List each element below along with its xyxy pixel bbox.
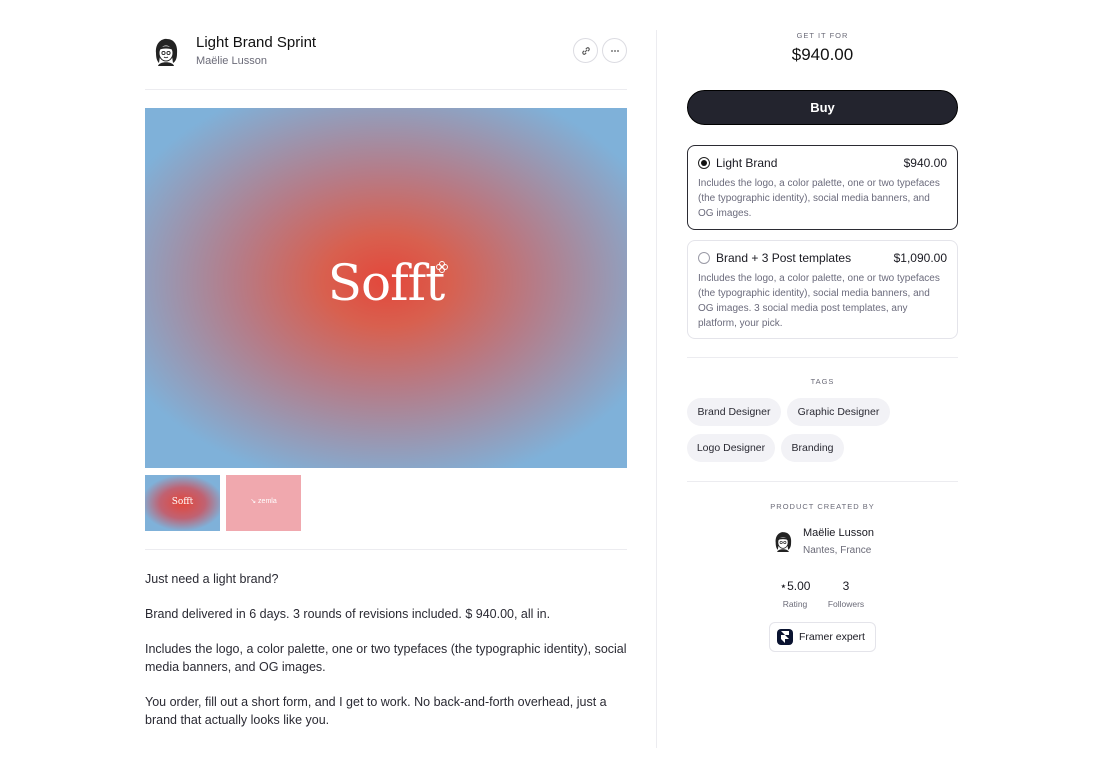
hero-logo-text: Sofft bbox=[327, 254, 445, 312]
options-divider bbox=[687, 357, 958, 358]
creator-heading: PRODUCT CREATED BY bbox=[770, 502, 875, 511]
description-paragraph: Brand delivered in 6 days. 3 rounds of r… bbox=[145, 607, 551, 621]
column-divider bbox=[656, 30, 657, 748]
option-light-brand[interactable]: Light Brand $940.00 Includes the logo, a… bbox=[687, 145, 958, 230]
product-description: Just need a light brand? Brand delivered… bbox=[145, 570, 627, 746]
product-title: Light Brand Sprint bbox=[196, 34, 317, 51]
description-paragraph: Includes the logo, a color palette, one … bbox=[145, 642, 627, 674]
get-it-for-label: GET IT FOR bbox=[796, 31, 849, 40]
thumbnail-2-text: ↘ zemla bbox=[250, 498, 277, 505]
description-paragraph: Just need a light brand? bbox=[145, 572, 279, 586]
radio-unselected[interactable] bbox=[698, 252, 710, 264]
header-divider bbox=[145, 89, 627, 90]
more-options-button[interactable] bbox=[602, 38, 627, 63]
followers-value: 3 bbox=[842, 579, 850, 593]
option-price: $1,090.00 bbox=[893, 251, 947, 265]
tag-branding[interactable]: Branding bbox=[781, 434, 844, 462]
link-icon bbox=[581, 46, 590, 55]
option-brand-post-templates[interactable]: Brand + 3 Post templates $1,090.00 Inclu… bbox=[687, 240, 958, 339]
rating-label: Rating bbox=[782, 599, 808, 609]
option-name: Light Brand bbox=[716, 156, 778, 170]
more-icon bbox=[610, 49, 619, 52]
option-description: Includes the logo, a color palette, one … bbox=[698, 178, 940, 219]
thumbnail-1-text: Sofft bbox=[171, 497, 194, 507]
option-name: Brand + 3 Post templates bbox=[716, 251, 852, 265]
option-price: $940.00 bbox=[903, 156, 947, 170]
tags-heading: TAGS bbox=[810, 377, 835, 386]
option-description: Includes the logo, a color palette, one … bbox=[698, 273, 940, 329]
description-paragraph: You order, fill out a short form, and I … bbox=[145, 695, 607, 727]
thumbnail-2[interactable]: ↘ zemla bbox=[226, 475, 301, 531]
creator-avatar[interactable] bbox=[772, 530, 794, 552]
rating-value: ⋆5.00 bbox=[779, 579, 811, 593]
flower-mark-icon bbox=[436, 261, 448, 273]
followers-label: Followers bbox=[827, 599, 865, 609]
radio-selected[interactable] bbox=[698, 157, 710, 169]
creator-name[interactable]: Maëlie Lusson bbox=[803, 527, 874, 539]
framer-logo-icon bbox=[777, 629, 793, 645]
framer-expert-label: Framer expert bbox=[799, 631, 865, 643]
hero-image[interactable]: Sofft bbox=[145, 108, 627, 468]
thumbnail-1[interactable]: Sofft bbox=[145, 475, 220, 531]
gallery-divider bbox=[145, 549, 627, 550]
product-author[interactable]: Maëlie Lusson bbox=[196, 55, 267, 67]
buy-button[interactable]: Buy bbox=[687, 90, 958, 125]
product-header: Light Brand Sprint Maëlie Lusson bbox=[145, 30, 627, 90]
author-avatar[interactable] bbox=[151, 36, 181, 66]
tag-graphic-designer[interactable]: Graphic Designer bbox=[787, 398, 890, 426]
price-display: $940.00 bbox=[791, 45, 854, 64]
tag-logo-designer[interactable]: Logo Designer bbox=[687, 434, 775, 462]
tag-brand-designer[interactable]: Brand Designer bbox=[687, 398, 781, 426]
framer-expert-badge[interactable]: Framer expert bbox=[769, 622, 876, 652]
copy-link-button[interactable] bbox=[573, 38, 598, 63]
creator-location: Nantes, France bbox=[803, 545, 872, 556]
tags-divider bbox=[687, 481, 958, 482]
